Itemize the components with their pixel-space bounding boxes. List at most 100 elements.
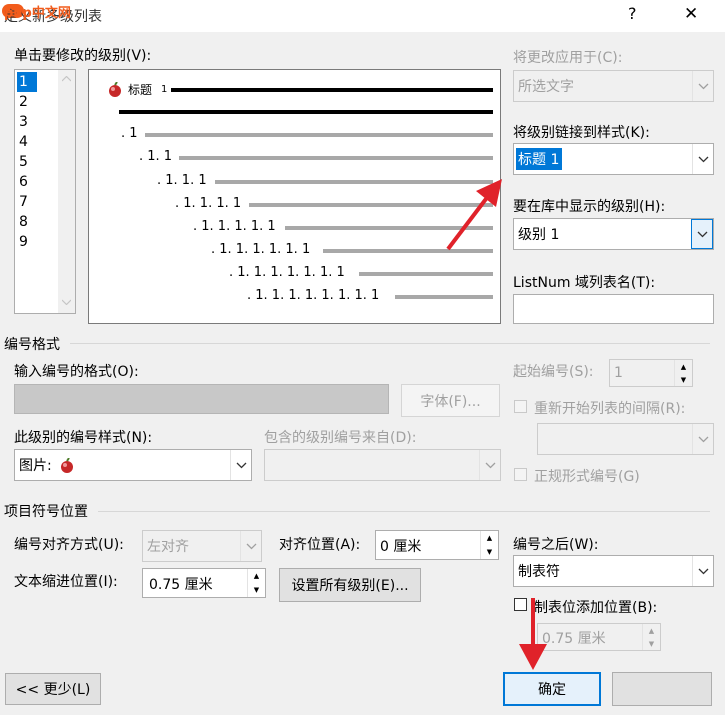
level-listbox[interactable]: 1 2 3 4 5 6 7 8 9 (14, 69, 76, 314)
level-item[interactable]: 1 (19, 72, 28, 92)
spin-down-icon[interactable]: ▼ (481, 545, 498, 559)
alignment-combo[interactable]: 左对齐 (142, 530, 262, 562)
spin-down-icon[interactable]: ▼ (248, 583, 265, 597)
start-at-value: 1 (614, 365, 623, 381)
chevron-down-icon[interactable] (692, 424, 713, 454)
follow-number-value: 制表符 (518, 564, 560, 580)
level-item[interactable]: 7 (19, 192, 28, 212)
preview-row-num: . 1 (121, 126, 138, 141)
restart-label: 重新开始列表的间隔(R): (534, 401, 686, 417)
picture-bullet-icon (107, 81, 123, 98)
chevron-down-icon[interactable] (691, 219, 713, 249)
add-tab-spinner[interactable]: 0.75 厘米 ▲ ▼ (537, 623, 661, 651)
preview-row-num: . 1. 1 (139, 149, 173, 164)
annotation-arrow-icon (519, 598, 547, 670)
level-item[interactable]: 3 (19, 112, 28, 132)
include-level-combo[interactable] (264, 449, 501, 481)
link-style-combo[interactable]: 标题 1 (513, 143, 714, 175)
legal-style-label: 正规形式编号(G) (534, 469, 640, 485)
start-at-label: 起始编号(S): (513, 364, 594, 380)
legal-style-checkbox[interactable] (514, 468, 527, 481)
preview-heading-text: 标题 (128, 83, 153, 97)
help-button[interactable]: ? (628, 4, 637, 23)
format-input[interactable] (14, 384, 389, 414)
level-item[interactable]: 2 (19, 92, 28, 112)
preview-row-num: . 1. 1. 1 (157, 173, 207, 188)
add-tab-value: 0.75 厘米 (542, 631, 606, 647)
scroll-up-icon[interactable] (62, 76, 71, 82)
gallery-level-label: 要在库中显示的级别(H): (513, 199, 666, 215)
preview-row-bar (179, 156, 493, 160)
number-style-value: 图片: (19, 458, 52, 474)
link-style-label: 将级别链接到样式(K): (513, 125, 650, 141)
apply-to-combo[interactable]: 所选文字 (513, 70, 714, 102)
listnum-label: ListNum 域列表名(T): (513, 275, 656, 291)
cancel-button[interactable] (612, 672, 712, 706)
number-style-label: 此级别的编号样式(N): (14, 430, 153, 446)
spin-up-icon[interactable]: ▲ (481, 531, 498, 545)
apply-to-value: 所选文字 (518, 79, 574, 95)
preview-row-bar (395, 295, 493, 299)
number-style-combo[interactable]: 图片: (14, 449, 252, 481)
close-button[interactable]: ✕ (684, 4, 698, 24)
chevron-down-icon[interactable] (240, 531, 261, 561)
alignment-value: 左对齐 (147, 539, 189, 555)
preview-heading-num: 1 (161, 84, 168, 95)
format-input-label: 输入编号的格式(O): (14, 364, 139, 380)
chevron-down-icon[interactable] (692, 71, 713, 101)
ok-button[interactable]: 确定 (503, 672, 601, 706)
title-bar (0, 0, 725, 32)
preview-row-bar (359, 272, 493, 276)
spin-up-icon[interactable]: ▲ (248, 569, 265, 583)
spin-up-icon[interactable]: ▲ (643, 624, 660, 637)
text-indent-spinner[interactable]: 0.75 厘米 ▲ ▼ (142, 568, 266, 598)
aligned-at-spinner[interactable]: 0 厘米 ▲ ▼ (375, 530, 499, 560)
chevron-down-icon[interactable] (692, 144, 713, 174)
preview-line-bar (119, 110, 493, 114)
preview-row-bar (145, 133, 493, 137)
position-section-label: 项目符号位置 (4, 504, 88, 520)
level-list-label: 单击要修改的级别(V): (14, 48, 152, 64)
follow-number-label: 编号之后(W): (513, 537, 599, 553)
level-item[interactable]: 8 (19, 212, 28, 232)
annotation-arrow-icon (446, 179, 502, 251)
spin-down-icon[interactable]: ▼ (675, 373, 692, 386)
gallery-level-value: 级别 1 (518, 227, 560, 243)
start-at-spinner[interactable]: 1 ▲ ▼ (609, 359, 693, 387)
number-format-section-label: 编号格式 (4, 337, 60, 353)
gallery-level-combo[interactable]: 级别 1 (513, 218, 714, 250)
chevron-down-icon[interactable] (692, 556, 713, 586)
section-divider (98, 511, 710, 512)
font-button[interactable]: 字体(F)... (401, 384, 500, 417)
text-indent-value: 0.75 厘米 (149, 577, 213, 593)
level-item[interactable]: 4 (19, 132, 28, 152)
listnum-input[interactable] (513, 294, 714, 324)
include-level-label: 包含的级别编号来自(D): (264, 430, 417, 446)
preview-heading-bar (171, 88, 493, 92)
level-item[interactable]: 6 (19, 172, 28, 192)
preview-row-num: . 1. 1. 1. 1. 1. 1. 1. 1 (247, 288, 380, 303)
watermark-text: php中文网 (4, 6, 71, 21)
preview-row-num: . 1. 1. 1. 1. 1. 1. 1 (229, 265, 345, 280)
preview-row-num: . 1. 1. 1. 1. 1. 1 (211, 242, 311, 257)
restart-checkbox[interactable] (514, 400, 527, 413)
chevron-down-icon[interactable] (479, 450, 500, 480)
level-item[interactable]: 9 (19, 232, 28, 252)
link-style-value: 标题 1 (518, 152, 560, 168)
less-button[interactable]: << 更少(L) (5, 673, 101, 705)
spin-up-icon[interactable]: ▲ (675, 360, 692, 373)
text-indent-label: 文本缩进位置(I): (14, 574, 118, 590)
level-item[interactable]: 5 (19, 152, 28, 172)
section-divider (70, 343, 710, 344)
preview-row-num: . 1. 1. 1. 1 (175, 196, 242, 211)
spin-down-icon[interactable]: ▼ (643, 637, 660, 650)
set-all-levels-button[interactable]: 设置所有级别(E)... (279, 568, 421, 602)
follow-number-combo[interactable]: 制表符 (513, 555, 714, 587)
scrollbar[interactable] (58, 70, 75, 313)
scroll-down-icon[interactable] (62, 299, 71, 305)
aligned-at-label: 对齐位置(A): (279, 537, 361, 553)
picture-bullet-icon (59, 457, 75, 478)
restart-combo[interactable] (537, 423, 714, 455)
chevron-down-icon[interactable] (230, 450, 251, 480)
aligned-at-value: 0 厘米 (380, 539, 422, 555)
